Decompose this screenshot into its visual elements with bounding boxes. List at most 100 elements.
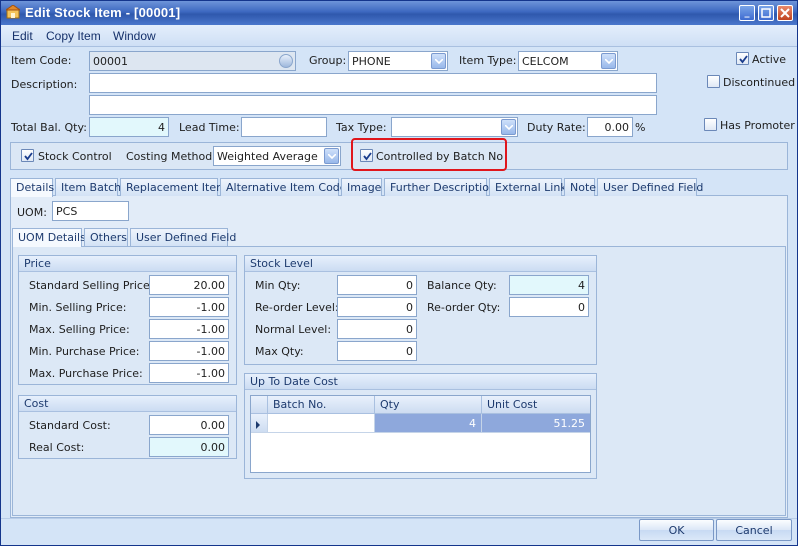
tab-item-batch[interactable]: Item Batch xyxy=(55,178,121,196)
reorder-qty-field[interactable]: 0 xyxy=(509,297,589,317)
normal-level-field[interactable]: 0 xyxy=(337,319,417,339)
uom-label: UOM: xyxy=(17,206,47,219)
stock-control-checkbox[interactable] xyxy=(21,149,34,162)
close-button[interactable] xyxy=(777,5,793,21)
tab-external-link[interactable]: External Link xyxy=(489,178,567,196)
edit-stock-item-window: Edit Stock Item - [00001] _ Edit Copy It… xyxy=(0,0,798,546)
total-bal-qty-label: Total Bal. Qty: xyxy=(11,121,87,134)
costing-method-label: Costing Method: xyxy=(126,150,216,163)
up-to-date-cost-grid[interactable]: Batch No. Qty Unit Cost 4 51.25 xyxy=(250,395,591,473)
sub-tab-strip: UOM Details Others User Defined Field xyxy=(12,228,252,247)
grid-corner xyxy=(251,396,268,414)
price-label: Min. Purchase Price: xyxy=(29,345,140,358)
tax-type-label: Tax Type: xyxy=(336,121,387,134)
duty-rate-unit: % xyxy=(635,121,646,134)
item-type-value: CELCOM xyxy=(522,55,569,68)
column-header-batch-no[interactable]: Batch No. xyxy=(268,396,375,414)
group-value: PHONE xyxy=(352,55,391,68)
min-qty-field[interactable]: 0 xyxy=(337,275,417,295)
menu-copy-item[interactable]: Copy Item xyxy=(46,29,101,43)
max-qty-field[interactable]: 0 xyxy=(337,341,417,361)
standard-selling-price-field[interactable]: 20.00 xyxy=(149,275,229,295)
has-promoter-label: Has Promoter xyxy=(720,119,795,132)
standard-cost-field[interactable]: 0.00 xyxy=(149,415,229,435)
check-icon xyxy=(24,152,33,161)
row-indicator[interactable] xyxy=(251,414,268,433)
balance-qty-field: 4 xyxy=(509,275,589,295)
stock-level-label: Max Qty: xyxy=(255,345,304,358)
table-cell-qty[interactable]: 4 xyxy=(375,414,482,433)
max-selling-price-field[interactable]: -1.00 xyxy=(149,319,229,339)
tab-uom-details[interactable]: UOM Details xyxy=(12,228,86,247)
check-icon xyxy=(739,55,748,64)
cost-label: Real Cost: xyxy=(29,441,85,454)
item-code-field[interactable]: 00001 xyxy=(89,51,296,71)
costing-method-dropdown[interactable]: Weighted Average xyxy=(213,146,341,166)
tab-replacement-item[interactable]: Replacement Item xyxy=(120,178,227,196)
item-code-label: Item Code: xyxy=(11,54,72,67)
tab-others[interactable]: Others xyxy=(84,228,128,246)
tab-note[interactable]: Note xyxy=(564,178,596,196)
uom-field[interactable]: PCS xyxy=(52,201,129,221)
column-header-qty[interactable]: Qty xyxy=(375,396,482,414)
active-checkbox[interactable] xyxy=(736,52,749,65)
real-cost-field: 0.00 xyxy=(149,437,229,457)
chevron-down-icon[interactable] xyxy=(601,53,616,69)
discontinued-label: Discontinued xyxy=(723,76,796,89)
group-label: Group: xyxy=(309,54,347,67)
tax-type-dropdown[interactable] xyxy=(391,117,518,137)
stock-level-label: Re-order Qty: xyxy=(427,301,501,314)
tab-image[interactable]: Image xyxy=(341,178,382,196)
stock-level-label: Min Qty: xyxy=(255,279,301,292)
min-selling-price-field[interactable]: -1.00 xyxy=(149,297,229,317)
main-tab-strip: Details Item Batch Replacement Item Alte… xyxy=(10,178,790,197)
window-title: Edit Stock Item - [00001] xyxy=(25,5,181,20)
costing-method-value: Weighted Average xyxy=(217,150,318,163)
max-purchase-price-field[interactable]: -1.00 xyxy=(149,363,229,383)
tab-further-description[interactable]: Further Description xyxy=(384,178,496,196)
item-code-lookup-icon[interactable] xyxy=(279,54,293,68)
up-to-date-cost-title: Up To Date Cost xyxy=(245,374,596,390)
duty-rate-field[interactable]: 0.00 xyxy=(587,117,633,137)
menu-window[interactable]: Window xyxy=(113,29,156,43)
min-purchase-price-field[interactable]: -1.00 xyxy=(149,341,229,361)
lead-time-field[interactable] xyxy=(241,117,327,137)
app-icon xyxy=(6,5,20,19)
price-label: Standard Selling Price: xyxy=(29,279,154,292)
chevron-down-icon[interactable] xyxy=(431,53,446,69)
duty-rate-label: Duty Rate: xyxy=(527,121,586,134)
menu-bar: Edit Copy Item Window xyxy=(1,25,797,47)
tab-user-defined-field[interactable]: User Defined Field xyxy=(597,178,703,196)
stock-control-label: Stock Control xyxy=(38,150,112,163)
menu-edit[interactable]: Edit xyxy=(12,29,33,43)
description-field-2[interactable] xyxy=(89,95,657,115)
highlight-box xyxy=(351,138,507,171)
active-label: Active xyxy=(752,53,787,66)
price-label: Min. Selling Price: xyxy=(29,301,127,314)
group-dropdown[interactable]: PHONE xyxy=(348,51,448,71)
table-cell-unit-cost[interactable]: 51.25 xyxy=(482,414,590,433)
has-promoter-checkbox[interactable] xyxy=(704,118,717,131)
title-bar[interactable]: Edit Stock Item - [00001] _ xyxy=(1,1,797,25)
item-type-dropdown[interactable]: CELCOM xyxy=(518,51,618,71)
cancel-button[interactable]: Cancel xyxy=(716,519,792,541)
ok-button[interactable]: OK xyxy=(639,519,714,541)
tab-sub-user-defined-field[interactable]: User Defined Field xyxy=(130,228,236,246)
chevron-down-icon[interactable] xyxy=(501,119,516,135)
reorder-level-field[interactable]: 0 xyxy=(337,297,417,317)
cost-label: Standard Cost: xyxy=(29,419,111,432)
table-cell-batch-no[interactable] xyxy=(268,414,375,433)
chevron-down-icon[interactable] xyxy=(324,148,339,164)
tab-alternative-item-code[interactable]: Alternative Item Code xyxy=(220,178,347,196)
item-type-label: Item Type: xyxy=(459,54,517,67)
price-label: Max. Purchase Price: xyxy=(29,367,143,380)
maximize-button[interactable] xyxy=(758,5,774,21)
discontinued-checkbox[interactable] xyxy=(707,75,720,88)
description-field-1[interactable] xyxy=(89,73,657,93)
minimize-button[interactable]: _ xyxy=(739,5,755,21)
close-icon xyxy=(780,8,790,18)
stock-level-group-title: Stock Level xyxy=(245,256,596,272)
cost-group-title: Cost xyxy=(19,396,236,412)
column-header-unit-cost[interactable]: Unit Cost xyxy=(482,396,590,414)
tab-details[interactable]: Details xyxy=(10,178,54,197)
